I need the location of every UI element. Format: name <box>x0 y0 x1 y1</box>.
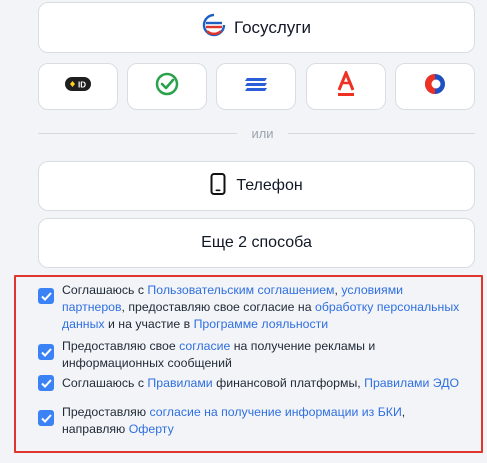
consent-row: Соглашаюсь с Правилами финансовой платфо… <box>38 375 468 392</box>
more-options-button[interactable]: Еще 2 способа <box>38 218 475 268</box>
consent-link[interactable]: согласие на получение информации из БКИ <box>149 405 401 419</box>
consent-text-fragment: Соглашаюсь с <box>62 283 148 297</box>
sber-id-icon: ID <box>65 77 91 96</box>
login-tile-sber-id[interactable]: ID <box>38 63 118 110</box>
consent-link[interactable]: Правилами ЭДО <box>364 376 459 390</box>
phone-label: Телефон <box>236 177 303 194</box>
consent-text: Соглашаюсь с Правилами финансовой платфо… <box>62 375 459 392</box>
check-icon <box>40 413 52 423</box>
gosuslugi-logo-icon <box>202 13 226 42</box>
consent-link[interactable]: Программе лояльности <box>194 317 329 331</box>
svg-text:ID: ID <box>78 81 86 90</box>
login-tile-check[interactable] <box>127 63 207 110</box>
consent-text: Предоставляю согласие на получение инфор… <box>62 404 468 438</box>
consent-checkbox[interactable] <box>38 344 54 360</box>
alfa-bank-icon <box>335 69 357 102</box>
or-label: или <box>237 126 288 141</box>
consent-row: Предоставляю свое согласие на получение … <box>38 338 468 372</box>
consent-text-fragment: Предоставляю свое <box>62 339 180 353</box>
login-tile-alfa[interactable] <box>306 63 386 110</box>
check-icon <box>40 291 52 301</box>
gosuslugi-login-button[interactable]: Госуслуги <box>38 2 475 53</box>
consent-text: Соглашаюсь с Пользовательским соглашение… <box>62 282 468 333</box>
consent-text-fragment: финансовой платформы, <box>212 376 365 390</box>
more-options-label: Еще 2 способа <box>201 234 312 251</box>
consent-link[interactable]: Пользовательским соглашением <box>147 283 334 297</box>
consent-checkbox[interactable] <box>38 375 54 391</box>
consent-text-fragment: Предоставляю <box>62 405 150 419</box>
consent-text-fragment: , предоставляю свое согласие на <box>121 300 315 314</box>
consent-text: Предоставляю свое согласие на получение … <box>62 338 468 372</box>
consent-row: Соглашаюсь с Пользовательским соглашение… <box>38 282 468 333</box>
check-icon <box>40 378 52 388</box>
checkmark-circle-icon <box>154 71 180 102</box>
consent-text-fragment: Соглашаюсь с <box>62 376 148 390</box>
consent-link[interactable]: согласие <box>179 339 230 353</box>
consent-checkbox[interactable] <box>38 288 54 304</box>
login-tile-stripes[interactable] <box>216 63 296 110</box>
tinkoff-stripes-icon <box>243 74 269 99</box>
check-icon <box>40 347 52 357</box>
consent-section: Соглашаюсь с Пользовательским соглашение… <box>14 275 483 453</box>
or-divider: или <box>19 125 487 143</box>
brand-circle-icon <box>422 71 448 102</box>
consent-row: Предоставляю согласие на получение инфор… <box>38 404 468 438</box>
consent-link[interactable]: Оферту <box>129 422 174 436</box>
consent-checkbox[interactable] <box>38 410 54 426</box>
consent-link[interactable]: Правилами <box>147 376 212 390</box>
login-tile-circle[interactable] <box>395 63 475 110</box>
phone-icon <box>210 172 226 200</box>
gosuslugi-label: Госуслуги <box>234 17 311 37</box>
consent-text-fragment: и на участие в <box>104 317 194 331</box>
phone-login-button[interactable]: Телефон <box>38 161 475 211</box>
